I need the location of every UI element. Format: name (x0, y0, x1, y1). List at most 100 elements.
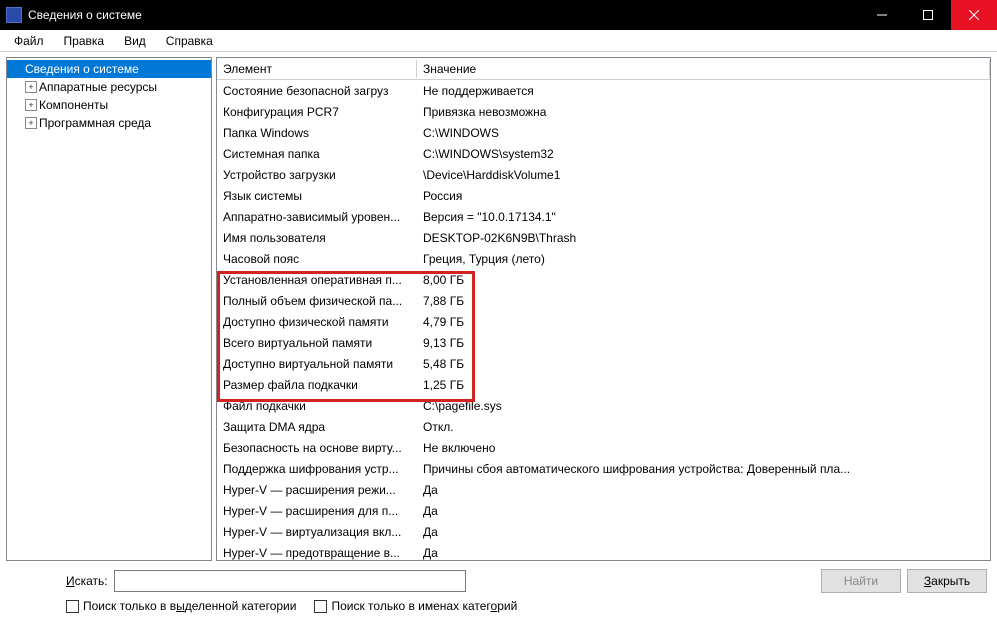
chk-category-names[interactable]: Поиск только в именах категорий (314, 599, 517, 613)
search-label: Искать: (66, 574, 108, 588)
table-row[interactable]: Hyper-V — расширения режи...Да (217, 479, 990, 500)
chk-label: Поиск только в выделенной категории (83, 599, 296, 613)
close-search-button[interactable]: Закрыть (907, 569, 987, 593)
table-row[interactable]: Hyper-V — виртуализация вкл...Да (217, 521, 990, 542)
table-row[interactable]: Устройство загрузки\Device\HarddiskVolum… (217, 164, 990, 185)
tree-root[interactable]: Сведения о системе (7, 60, 211, 78)
table-row[interactable]: Полный объем физической па...7,88 ГБ (217, 290, 990, 311)
cell-value: 7,88 ГБ (417, 292, 990, 310)
table-row[interactable]: Поддержка шифрования устр...Причины сбоя… (217, 458, 990, 479)
plus-icon[interactable]: + (25, 81, 37, 93)
cell-element: Системная папка (217, 145, 417, 163)
plus-icon[interactable]: + (25, 99, 37, 111)
cell-value: C:\WINDOWS\system32 (417, 145, 990, 163)
table-row[interactable]: Конфигурация PCR7Привязка невозможна (217, 101, 990, 122)
cell-value: Привязка невозможна (417, 103, 990, 121)
cell-element: Hyper-V — виртуализация вкл... (217, 523, 417, 541)
tree-hardware[interactable]: + Аппаратные ресурсы (7, 78, 211, 96)
cell-value: \Device\HarddiskVolume1 (417, 166, 990, 184)
table-row[interactable]: Всего виртуальной памяти9,13 ГБ (217, 332, 990, 353)
tree-components[interactable]: + Компоненты (7, 96, 211, 114)
cell-value: Версия = "10.0.17134.1" (417, 208, 990, 226)
cell-value: Откл. (417, 418, 990, 436)
menubar: Файл Правка Вид Справка (0, 30, 997, 52)
cell-value: 8,00 ГБ (417, 271, 990, 289)
cell-value: Не включено (417, 439, 990, 457)
cell-element: Установленная оперативная п... (217, 271, 417, 289)
cell-value: DESKTOP-02K6N9B\Thrash (417, 229, 990, 247)
table-row[interactable]: Системная папкаC:\WINDOWS\system32 (217, 143, 990, 164)
tree-label: Аппаратные ресурсы (39, 80, 157, 94)
table-row[interactable]: Защита DMA ядраОткл. (217, 416, 990, 437)
cell-element: Безопасность на основе вирту... (217, 439, 417, 457)
cell-element: Конфигурация PCR7 (217, 103, 417, 121)
close-button[interactable] (951, 0, 997, 30)
table-row[interactable]: Файл подкачкиC:\pagefile.sys (217, 395, 990, 416)
menu-view[interactable]: Вид (114, 32, 156, 50)
cell-element: Hyper-V — предотвращение в... (217, 544, 417, 561)
checkbox-icon[interactable] (66, 600, 79, 613)
cell-value: Россия (417, 187, 990, 205)
table-row[interactable]: Доступно физической памяти4,79 ГБ (217, 311, 990, 332)
table-row[interactable]: Размер файла подкачки1,25 ГБ (217, 374, 990, 395)
cell-element: Файл подкачки (217, 397, 417, 415)
table-row[interactable]: Аппаратно-зависимый уровен...Версия = "1… (217, 206, 990, 227)
cell-element: Часовой пояс (217, 250, 417, 268)
table-row[interactable]: Установленная оперативная п...8,00 ГБ (217, 269, 990, 290)
minimize-button[interactable] (859, 0, 905, 30)
table-row[interactable]: Hyper-V — предотвращение в...Да (217, 542, 990, 560)
table-row[interactable]: Часовой поясГреция, Турция (лето) (217, 248, 990, 269)
cell-element: Hyper-V — расширения режи... (217, 481, 417, 499)
table-row[interactable]: Hyper-V — расширения для п...Да (217, 500, 990, 521)
window-controls (859, 0, 997, 30)
cell-element: Полный объем физической па... (217, 292, 417, 310)
checkbox-icon[interactable] (314, 600, 327, 613)
cell-element: Состояние безопасной загруз (217, 82, 417, 100)
check-row: Поиск только в выделенной категории Поис… (10, 599, 987, 613)
table-row[interactable]: Папка WindowsC:\WINDOWS (217, 122, 990, 143)
column-header-value[interactable]: Значение (417, 60, 990, 78)
cell-element: Доступно виртуальной памяти (217, 355, 417, 373)
tree-software-env[interactable]: + Программная среда (7, 114, 211, 132)
cell-value: C:\WINDOWS (417, 124, 990, 142)
table-body[interactable]: Состояние безопасной загрузНе поддержива… (217, 80, 990, 560)
column-header-element[interactable]: Элемент (217, 60, 417, 78)
tree-label: Сведения о системе (25, 62, 139, 76)
cell-element: Язык системы (217, 187, 417, 205)
cell-value: Да (417, 523, 990, 541)
table-row[interactable]: Безопасность на основе вирту...Не включе… (217, 437, 990, 458)
titlebar: Сведения о системе (0, 0, 997, 30)
table-row[interactable]: Доступно виртуальной памяти5,48 ГБ (217, 353, 990, 374)
table-panel: Элемент Значение Состояние безопасной за… (216, 57, 991, 561)
cell-value: Да (417, 544, 990, 561)
table-row[interactable]: Имя пользователяDESKTOP-02K6N9B\Thrash (217, 227, 990, 248)
cell-value: Греция, Турция (лето) (417, 250, 990, 268)
content-area: Сведения о системе + Аппаратные ресурсы … (0, 52, 997, 561)
search-row: Искать: Найти Закрыть (10, 569, 987, 593)
menu-edit[interactable]: Правка (54, 32, 115, 50)
tree-panel[interactable]: Сведения о системе + Аппаратные ресурсы … (6, 57, 212, 561)
cell-value: 5,48 ГБ (417, 355, 990, 373)
plus-icon[interactable]: + (25, 117, 37, 129)
cell-value: C:\pagefile.sys (417, 397, 990, 415)
app-icon (6, 7, 22, 23)
cell-element: Устройство загрузки (217, 166, 417, 184)
chk-selected-category[interactable]: Поиск только в выделенной категории (66, 599, 296, 613)
cell-element: Папка Windows (217, 124, 417, 142)
menu-file[interactable]: Файл (4, 32, 54, 50)
cell-element: Защита DMA ядра (217, 418, 417, 436)
cell-element: Имя пользователя (217, 229, 417, 247)
chk-label: Поиск только в именах категорий (331, 599, 517, 613)
tree-expand-spacer (11, 63, 23, 75)
maximize-button[interactable] (905, 0, 951, 30)
cell-element: Доступно физической памяти (217, 313, 417, 331)
table-row[interactable]: Язык системыРоссия (217, 185, 990, 206)
cell-element: Размер файла подкачки (217, 376, 417, 394)
menu-help[interactable]: Справка (156, 32, 223, 50)
tree-label: Программная среда (39, 116, 151, 130)
search-input[interactable] (114, 570, 467, 592)
table-row[interactable]: Состояние безопасной загрузНе поддержива… (217, 80, 990, 101)
bottom-bar: Искать: Найти Закрыть Поиск только в выд… (0, 561, 997, 629)
cell-value: Да (417, 481, 990, 499)
find-button[interactable]: Найти (821, 569, 901, 593)
